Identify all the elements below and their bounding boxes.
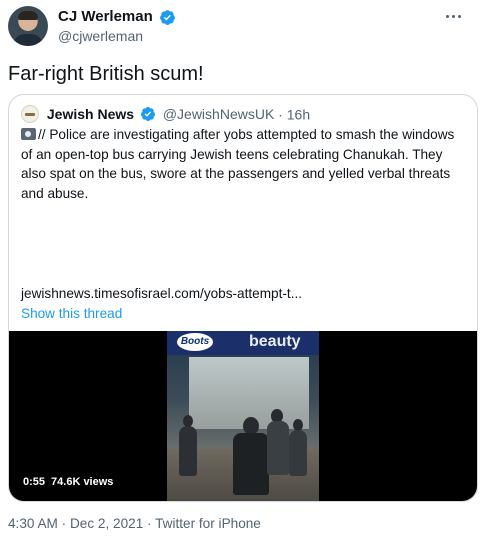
- video-stats-overlay: 0:55 74.6K views: [17, 473, 120, 491]
- quoted-author-handle[interactable]: @JewishNewsUK: [163, 106, 274, 122]
- avatar-shirt: [13, 34, 43, 46]
- tweet-meta[interactable]: 4:30 AM · Dec 2, 2021 · Twitter for iPho…: [8, 515, 261, 533]
- dot: [445, 15, 449, 19]
- person-figure: [267, 421, 289, 475]
- video-frame: Boots beauty: [167, 331, 319, 501]
- author-handle[interactable]: @cjwerleman: [58, 27, 176, 45]
- avatar-hair: [18, 11, 38, 20]
- movie-camera-icon: [21, 128, 36, 140]
- quoted-tweet-body: // Police are investigating after yobs a…: [21, 125, 467, 203]
- author-names[interactable]: CJ Werleman @cjwerleman: [58, 8, 176, 45]
- quoted-tweet-header: Jewish News @JewishNewsUK · 16h: [21, 103, 310, 124]
- quoted-author-name[interactable]: Jewish News: [47, 106, 134, 122]
- video-player[interactable]: Boots beauty 0:55 74.6K views: [9, 331, 477, 501]
- video-views: 74.6K views: [51, 476, 114, 488]
- author-display-name[interactable]: CJ Werleman: [58, 8, 153, 26]
- store-sign-text: beauty: [249, 333, 301, 350]
- person-figure: [289, 430, 307, 476]
- store-logo: Boots: [177, 333, 213, 351]
- tweet-text: Far-right British scum!: [8, 63, 204, 85]
- store-sign: Boots beauty: [167, 331, 319, 355]
- quoted-author-avatar[interactable]: [21, 105, 39, 124]
- tweet-header: CJ Werleman @cjwerleman: [8, 6, 474, 46]
- quoted-tweet-text: // Police are investigating after yobs a…: [21, 127, 455, 201]
- author-avatar[interactable]: [8, 6, 48, 46]
- show-thread-link[interactable]: Show this thread: [21, 305, 122, 323]
- verified-badge-icon: [160, 9, 176, 25]
- quoted-tweet[interactable]: Jewish News @JewishNewsUK · 16h // Polic…: [8, 94, 478, 502]
- meta-separator: ·: [274, 106, 287, 123]
- dot: [451, 15, 455, 19]
- verified-badge-icon: [140, 107, 155, 122]
- quoted-tweet-age[interactable]: 16h: [287, 106, 310, 122]
- person-figure: [179, 426, 197, 476]
- quoted-tweet-link[interactable]: jewishnews.timesofisrael.com/yobs-attemp…: [21, 285, 302, 303]
- video-duration: 0:55: [23, 476, 46, 488]
- more-options-icon[interactable]: [444, 8, 468, 26]
- person-figure: [233, 433, 269, 495]
- dot: [457, 15, 461, 19]
